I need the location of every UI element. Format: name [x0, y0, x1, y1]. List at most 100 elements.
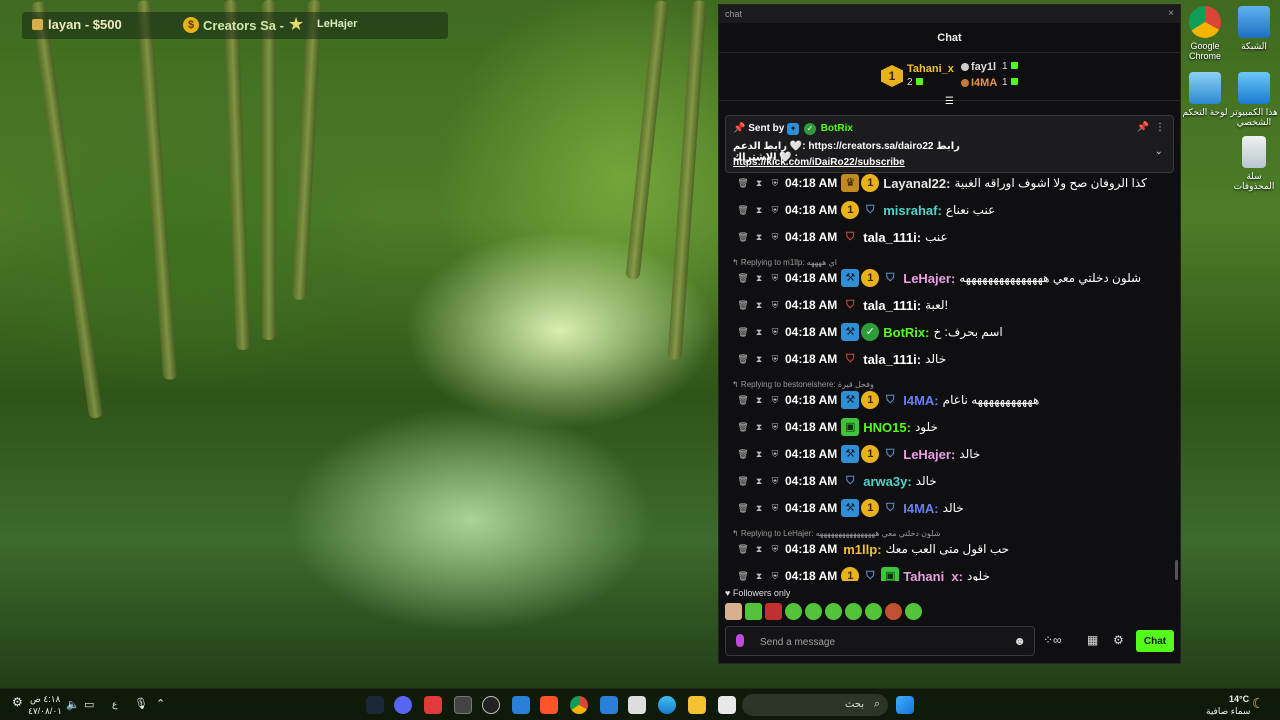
ban-icon[interactable]: ⛨ — [767, 327, 783, 338]
store-taskbar-icon[interactable] — [628, 696, 646, 714]
chat-scrollbar[interactable] — [1175, 560, 1178, 580]
timeout-icon[interactable]: ⧗ — [751, 205, 767, 216]
chat-message[interactable]: 🗑 ⧗ ⛨ 04:18 AM ⚒ 1 ⛉ LeHajer: خالد — [735, 443, 980, 465]
brave-icon[interactable] — [540, 696, 558, 714]
ban-icon[interactable]: ⛨ — [767, 354, 783, 365]
taskbar-time[interactable]: ٤:١٨ ص — [30, 694, 60, 705]
delete-icon[interactable]: 🗑 — [735, 232, 751, 243]
desktop-icon-network[interactable]: الشبكة — [1226, 6, 1280, 51]
message-username[interactable]: tala_111i: — [863, 352, 921, 367]
timeout-icon[interactable]: ⧗ — [751, 300, 767, 311]
points-icon[interactable]: ⁘∞ — [1043, 633, 1062, 647]
edge-icon[interactable] — [658, 696, 676, 714]
message-username[interactable]: arwa3y: — [863, 474, 911, 489]
app-icon-red[interactable] — [424, 696, 442, 714]
reply-context[interactable]: ↰ Replying to LeHajer: شلون دخلتي معي هه… — [732, 529, 941, 538]
emote-item[interactable] — [785, 603, 802, 620]
chat-message[interactable]: 🗑 ⧗ ⛨ 04:18 AM ⛉ tala_111i: عنب — [735, 226, 947, 248]
gifter-name[interactable]: fay1l — [971, 61, 996, 73]
delete-icon[interactable]: 🗑 — [735, 503, 751, 514]
task-view-icon[interactable] — [718, 696, 736, 714]
timeout-icon[interactable]: ⧗ — [751, 422, 767, 433]
microphone-icon[interactable] — [736, 634, 744, 647]
ban-icon[interactable]: ⛨ — [767, 422, 783, 433]
delete-icon[interactable]: 🗑 — [735, 571, 751, 582]
timeout-icon[interactable]: ⧗ — [751, 354, 767, 365]
emote-item[interactable] — [825, 603, 842, 620]
desktop-icon-recycle-bin[interactable]: سلة المحذوفات — [1226, 136, 1280, 191]
volume-icon[interactable]: 🔈 — [66, 698, 80, 711]
discord-icon[interactable] — [394, 696, 412, 714]
chrome-taskbar-icon[interactable] — [570, 696, 588, 714]
ban-icon[interactable]: ⛨ — [767, 476, 783, 487]
editor-icon[interactable] — [600, 696, 618, 714]
ban-icon[interactable]: ⛨ — [767, 232, 783, 243]
message-username[interactable]: m1llp: — [843, 542, 881, 557]
weather-desc[interactable]: سماء صافية — [1206, 706, 1250, 717]
notification-icon[interactable]: ⚙ — [12, 695, 23, 709]
message-username[interactable]: tala_111i: — [863, 298, 921, 313]
timeout-icon[interactable]: ⧗ — [751, 232, 767, 243]
chat-message[interactable]: 🗑 ⧗ ⛨ 04:18 AM ⚒ 1 ⛉ I4MA: هههههههههههه ناعام — [735, 389, 1039, 411]
emoji-picker-icon[interactable]: ☻ — [1013, 634, 1026, 648]
timeout-icon[interactable]: ⧗ — [751, 449, 767, 460]
emote-item[interactable] — [905, 603, 922, 620]
close-icon[interactable]: × — [1168, 8, 1174, 19]
chat-message[interactable]: 🗑 ⧗ ⛨ 04:18 AM ⚒ 1 ⛉ LeHajer: شلون دخلتي معي ههه… — [735, 267, 1141, 289]
chat-message[interactable]: 🗑 ⧗ ⛨ 04:18 AM ♛ 1 Layanal22: كذا الروفان صح ول… — [735, 172, 1147, 194]
emote-item[interactable] — [865, 603, 882, 620]
message-username[interactable]: I4MA: — [903, 501, 938, 516]
ban-icon[interactable]: ⛨ — [767, 503, 783, 514]
ban-icon[interactable]: ⛨ — [767, 178, 783, 189]
mail-icon[interactable] — [512, 696, 530, 714]
ban-icon[interactable]: ⛨ — [767, 395, 783, 406]
timeout-icon[interactable]: ⧗ — [751, 395, 767, 406]
chat-message[interactable]: 🗑 ⧗ ⛨ 04:18 AM ⛉ tala_111i: لعبة! — [735, 294, 948, 316]
chat-message[interactable]: 🗑 ⧗ ⛨ 04:18 AM ⚒ 1 ⛉ I4MA: خالد — [735, 497, 964, 519]
emote-item[interactable] — [765, 603, 782, 620]
more-options-icon[interactable]: ⋮ — [1155, 122, 1165, 133]
timeout-icon[interactable]: ⧗ — [751, 327, 767, 338]
ban-icon[interactable]: ⛨ — [767, 449, 783, 460]
delete-icon[interactable]: 🗑 — [735, 273, 751, 284]
pinned-bot-name[interactable]: BotRix — [821, 123, 853, 134]
chat-message[interactable]: 🗑 ⧗ ⛨ 04:18 AM ⛉ tala_111i: خالد — [735, 348, 946, 370]
emote-item[interactable] — [745, 603, 762, 620]
timeout-icon[interactable]: ⧗ — [751, 571, 767, 582]
delete-icon[interactable]: 🗑 — [735, 178, 751, 189]
message-username[interactable]: LeHajer: — [903, 271, 955, 286]
delete-icon[interactable]: 🗑 — [735, 205, 751, 216]
app-icon-x[interactable] — [454, 696, 472, 714]
gifter-name[interactable]: I4MA — [971, 77, 997, 89]
delete-icon[interactable]: 🗑 — [735, 395, 751, 406]
network-status-icon[interactable]: ▭ — [84, 698, 94, 711]
emote-item[interactable] — [725, 603, 742, 620]
expand-menu-icon[interactable]: ☰ — [945, 96, 954, 107]
chat-message-list[interactable]: 🗑 ⧗ ⛨ 04:18 AM ♛ 1 Layanal22: كذا الروفان صح ول… — [719, 171, 1180, 581]
chat-message[interactable]: 🗑 ⧗ ⛨ 04:18 AM ▣ HNO15: خلود — [735, 416, 938, 438]
chat-message[interactable]: 🗑 ⧗ ⛨ 04:18 AM m1llp: حب اقول متى العب معك — [735, 538, 1009, 560]
chevron-up-icon[interactable]: ⌃ — [156, 697, 165, 710]
message-username[interactable]: BotRix: — [883, 325, 929, 340]
taskbar-search[interactable]: بحث ⌕ — [742, 694, 888, 716]
timeout-icon[interactable]: ⧗ — [751, 544, 767, 555]
message-username[interactable]: misrahaf: — [883, 203, 942, 218]
obs-icon[interactable] — [482, 696, 500, 714]
emote-item[interactable] — [845, 603, 862, 620]
pinned-link[interactable]: https://kick.com/iDaiRo22/subscribe — [733, 157, 905, 168]
chat-message[interactable]: 🗑 ⧗ ⛨ 04:18 AM 1 ⛉ ▣ Tahani_x: خلود — [735, 565, 990, 581]
delete-icon[interactable]: 🗑 — [735, 300, 751, 311]
chevron-down-icon[interactable]: ⌄ — [1155, 146, 1163, 157]
ban-icon[interactable]: ⛨ — [767, 300, 783, 311]
ban-icon[interactable]: ⛨ — [767, 273, 783, 284]
timeout-icon[interactable]: ⧗ — [751, 273, 767, 284]
steam-icon[interactable] — [366, 696, 384, 714]
weather-temp[interactable]: 14°C — [1229, 694, 1249, 704]
send-chat-button[interactable]: Chat — [1136, 630, 1174, 652]
desktop-icon-chrome[interactable]: Google Chrome — [1177, 6, 1233, 61]
chat-message[interactable]: 🗑 ⧗ ⛨ 04:18 AM ⚒ ✓ BotRix: اسم بحرف: خ — [735, 321, 1003, 343]
delete-icon[interactable]: 🗑 — [735, 544, 751, 555]
delete-icon[interactable]: 🗑 — [735, 422, 751, 433]
delete-icon[interactable]: 🗑 — [735, 476, 751, 487]
start-menu-icon[interactable] — [896, 696, 914, 714]
